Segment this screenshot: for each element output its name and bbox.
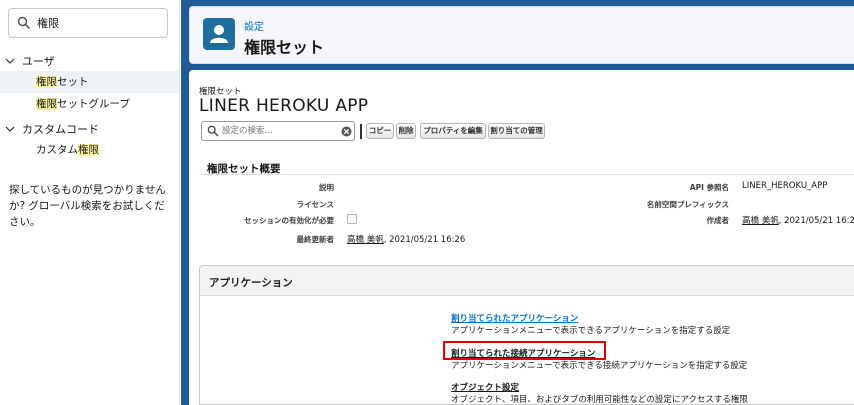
chevron-down-icon: [5, 126, 15, 132]
assigned-apps-link[interactable]: 割り当てられたアプリケーション: [451, 312, 578, 324]
object-settings-description: オブジェクト、項目、およびタブの利用可能性などの設定にアクセスする権限: [451, 395, 748, 405]
search-icon: [17, 16, 31, 30]
page-title: 権限セット: [244, 38, 325, 57]
highlight-callout: [443, 341, 606, 360]
copy-button[interactable]: コピー: [366, 123, 394, 139]
field-label-session-required: セッションの有効化が必要: [244, 216, 334, 225]
search-icon: [207, 125, 219, 137]
quick-find-box[interactable]: [8, 8, 168, 38]
field-value-api-name: LINER_HEROKU_APP: [742, 181, 828, 191]
field-value-created-by: 高橋 美帆, 2021/05/21 16:2: [742, 216, 854, 226]
setup-sidebar: ユーザ 権限セット 権限セットグループ カスタムコード カスタム権限 探している…: [0, 0, 180, 405]
object-settings-link[interactable]: オブジェクト設定: [451, 381, 519, 393]
tree-group-label: ユーザ: [22, 55, 55, 68]
applications-section: アプリケーション 割り当てられたアプリケーション アプリケーションメニューで表示…: [199, 265, 854, 405]
main-content: 権限セット LINER HEROKU APP コピー 削除 プロパティを編集 割…: [189, 70, 854, 405]
section-header: アプリケーション: [200, 266, 854, 296]
setting-search-input[interactable]: [222, 124, 332, 138]
assigned-connected-apps-description: アプリケーションメニューで表示できる接続アプリケーションを指定する設定: [451, 361, 748, 371]
record-name: LINER HEROKU APP: [199, 96, 369, 116]
section-title-applications: アプリケーション: [209, 277, 293, 289]
quick-find-input[interactable]: [37, 14, 162, 32]
field-label-api-name: API 参照名: [689, 183, 729, 192]
tree-item-permission-set-groups[interactable]: 権限セットグループ: [0, 93, 179, 115]
tree-item-custom-permissions[interactable]: カスタム権限: [0, 139, 179, 161]
clear-icon[interactable]: [341, 126, 352, 137]
chevron-down-icon: [5, 58, 15, 64]
field-label-description: 説明: [319, 183, 334, 192]
help-text: 探しているものが見つかりませんか? グローバル検索をお試しください。: [9, 184, 166, 228]
user-link[interactable]: 高橋 美帆: [742, 216, 779, 226]
delete-button[interactable]: 削除: [396, 123, 416, 139]
field-label-namespace-prefix: 名前空間プレフィックス: [646, 200, 729, 209]
breadcrumb-setup[interactable]: 設定: [244, 18, 264, 33]
toolbar-divider: [360, 124, 362, 139]
tree-item-permission-sets[interactable]: 権限セット: [0, 71, 179, 93]
setting-search-box[interactable]: [201, 121, 355, 141]
user-icon: [203, 18, 235, 50]
assigned-apps-description: アプリケーションメニューで表示できるアプリケーションを指定する設定: [451, 326, 731, 336]
page-header: 設定 権限セット: [189, 6, 854, 64]
field-label-created-by: 作成者: [706, 216, 730, 225]
tree-group-users[interactable]: ユーザ: [4, 53, 55, 69]
manage-assignments-button[interactable]: 割り当ての管理: [488, 123, 545, 139]
tree-group-label: カスタムコード: [22, 123, 99, 136]
field-value-last-modified-by: 高橋 美帆, 2021/05/21 16:26: [347, 235, 466, 245]
section-divider: [199, 174, 854, 175]
field-label-license: ライセンス: [296, 200, 334, 209]
edit-properties-button[interactable]: プロパティを編集: [420, 123, 486, 139]
user-link[interactable]: 高橋 美帆: [347, 235, 384, 245]
field-label-last-modified-by: 最終更新者: [296, 235, 335, 244]
tree-group-custom-code[interactable]: カスタムコード: [4, 121, 99, 137]
session-required-checkbox: [347, 214, 357, 224]
